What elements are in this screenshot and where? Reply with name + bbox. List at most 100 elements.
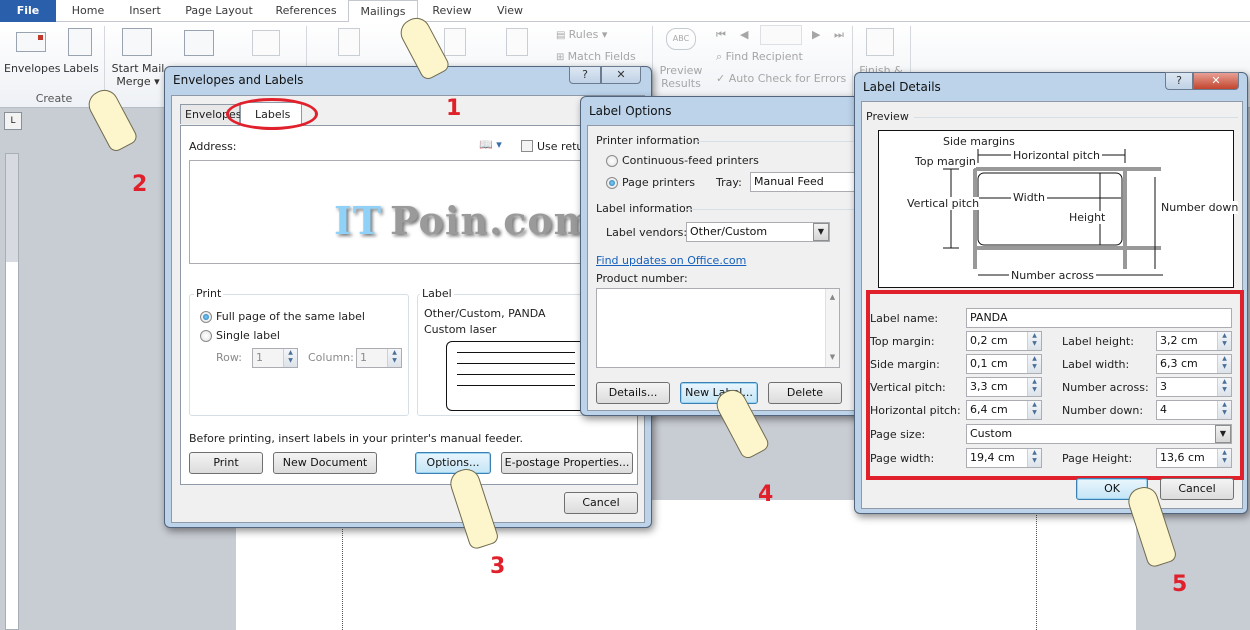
single-label-radio[interactable] [200,330,212,342]
spin-arrows-icon[interactable]: ▲ ▼ [1027,449,1041,467]
dialog-title: Label Details [863,80,941,94]
preview-results-icon: ABC [666,28,696,50]
close-button[interactable]: ✕ [1193,72,1239,90]
continuous-feed-radio[interactable] [606,155,618,167]
edit-recipient-list-icon[interactable] [252,30,280,56]
use-return-address-checkbox[interactable] [521,140,533,152]
rules-button[interactable]: ▤ Rules ▾ [556,28,607,42]
first-record-icon[interactable]: ⏮ [716,28,726,41]
help-button[interactable]: ? [569,66,601,84]
label-details-dialog: Label Details ? ✕ Preview Side margins T… [854,72,1248,514]
printer-note: Before printing, insert labels in your p… [189,432,524,445]
page-size-select[interactable]: Custom ▼ [966,424,1232,444]
auto-check-icon: ✓ [716,72,729,85]
tab-page-layout[interactable]: Page Layout [178,0,260,22]
start-mail-merge-button[interactable]: Start Mail Merge ▾ [110,62,166,88]
list-scrollbar[interactable]: ▲ ▼ [825,289,839,367]
side-margin-spinner[interactable]: 0,1 cm ▲ ▼ [966,354,1042,374]
tab-home[interactable]: Home [64,0,112,22]
greeting-line-icon[interactable] [444,28,466,56]
address-book-icon[interactable]: 📖 ▾ [479,138,502,151]
find-recipient-button[interactable]: ⌕ Find Recipient [716,50,803,63]
next-record-icon[interactable]: ▶ [812,28,820,41]
column-spinner[interactable]: 1 ▲ ▼ [356,348,402,368]
close-button[interactable]: ✕ [601,66,641,84]
spin-arrows-icon[interactable]: ▲ ▼ [1027,332,1041,350]
spin-arrows-icon[interactable]: ▲ ▼ [1027,378,1041,396]
find-updates-link[interactable]: Find updates on Office.com [596,254,746,267]
horizontal-pitch-spinner[interactable]: 6,4 cm ▲ ▼ [966,400,1042,420]
spin-arrows-icon[interactable]: ▲ ▼ [1217,401,1231,419]
tab-view[interactable]: View [486,0,534,22]
label-height-spinner[interactable]: 3,2 cm ▲ ▼ [1156,331,1232,351]
product-number-list[interactable]: ▲ ▼ [596,288,840,368]
spin-arrows-icon[interactable]: ▲ ▼ [283,349,297,367]
record-number-input[interactable] [760,25,802,45]
label-vendors-select[interactable]: Other/Custom ▼ [686,222,830,242]
select-recipients-icon[interactable] [184,30,214,56]
match-fields-button[interactable]: ⊞ Match Fields [556,50,636,64]
preview-results-button[interactable]: Preview Results [656,64,706,90]
spin-arrows-icon[interactable]: ▲ ▼ [1027,355,1041,373]
row-spinner[interactable]: 1 ▲ ▼ [252,348,298,368]
previous-record-icon[interactable]: ◀ [740,28,748,41]
finish-merge-icon [866,28,894,56]
new-document-button[interactable]: New Document [273,452,377,474]
auto-check-button[interactable]: ✓ Auto Check for Errors [716,72,846,85]
chevron-down-icon[interactable]: ▼ [813,223,829,241]
highlight-merge-fields-icon[interactable] [338,28,360,56]
page-height-spinner[interactable]: 13,6 cm ▲ ▼ [1156,448,1232,468]
tab-references[interactable]: References [268,0,344,22]
spin-arrows-icon[interactable]: ▲ ▼ [1217,449,1231,467]
spin-arrows-icon[interactable]: ▲ ▼ [1217,355,1231,373]
number-across-spinner[interactable]: 3 ▲ ▼ [1156,377,1232,397]
epostage-properties-button[interactable]: E-postage Properties... [501,452,633,474]
insert-merge-field-icon[interactable] [506,28,528,56]
envelopes-button[interactable]: Envelopes [4,62,60,75]
number-down-label: Number down: [1062,404,1144,417]
print-button[interactable]: Print [189,452,263,474]
horizontal-pitch-label: Horizontal pitch: [870,404,961,417]
page-size-label: Page size: [870,428,926,441]
number-across-label: Number across: [1062,381,1149,394]
label-width-value: 6,3 cm [1160,357,1198,370]
page-width-value: 19,4 cm [970,451,1015,464]
delete-button[interactable]: Delete [768,382,842,404]
vertical-pitch-spinner[interactable]: 3,3 cm ▲ ▼ [966,377,1042,397]
dialog-title: Envelopes and Labels [173,73,304,87]
tab-review[interactable]: Review [424,0,480,22]
labels-button[interactable]: Labels [62,62,100,75]
label-width-spinner[interactable]: 6,3 cm ▲ ▼ [1156,354,1232,374]
diagram-vertical-pitch: Vertical pitch [907,197,980,210]
match-fields-icon: ⊞ [556,52,568,63]
help-button[interactable]: ? [1165,72,1193,90]
number-down-spinner[interactable]: 4 ▲ ▼ [1156,400,1232,420]
full-page-radio[interactable] [200,311,212,323]
last-record-icon[interactable]: ⏭ [834,28,844,41]
top-margin-spinner[interactable]: 0,2 cm ▲ ▼ [966,331,1042,351]
row-value: 1 [256,351,263,364]
spin-arrows-icon[interactable]: ▲ ▼ [387,349,401,367]
label-vendor-product: Other/Custom, PANDA [424,307,546,320]
page-width-label: Page width: [870,452,935,465]
step-number-1: 1 [446,96,462,121]
tray-select[interactable]: Manual Feed [750,172,860,192]
label-vendors-label: Label vendors: [606,226,688,239]
page-printers-radio[interactable] [606,177,618,189]
tab-insert[interactable]: Insert [120,0,170,22]
row-label: Row: [216,351,242,364]
cancel-button[interactable]: Cancel [564,492,638,514]
top-margin-label: Top margin: [870,335,935,348]
spin-arrows-icon[interactable]: ▲ ▼ [1027,401,1041,419]
page-width-spinner[interactable]: 19,4 cm ▲ ▼ [966,448,1042,468]
chevron-down-icon[interactable]: ▼ [1215,425,1231,443]
spin-arrows-icon[interactable]: ▲ ▼ [1217,378,1231,396]
tab-file[interactable]: File [0,0,56,22]
spin-arrows-icon[interactable]: ▲ ▼ [1217,332,1231,350]
options-button[interactable]: Options... [415,452,491,474]
cancel-button[interactable]: Cancel [1160,478,1234,500]
label-name-input[interactable]: PANDA [966,308,1232,328]
tab-selector[interactable]: L [4,112,22,130]
details-button[interactable]: Details... [596,382,670,404]
label-vendors-value: Other/Custom [690,225,768,238]
